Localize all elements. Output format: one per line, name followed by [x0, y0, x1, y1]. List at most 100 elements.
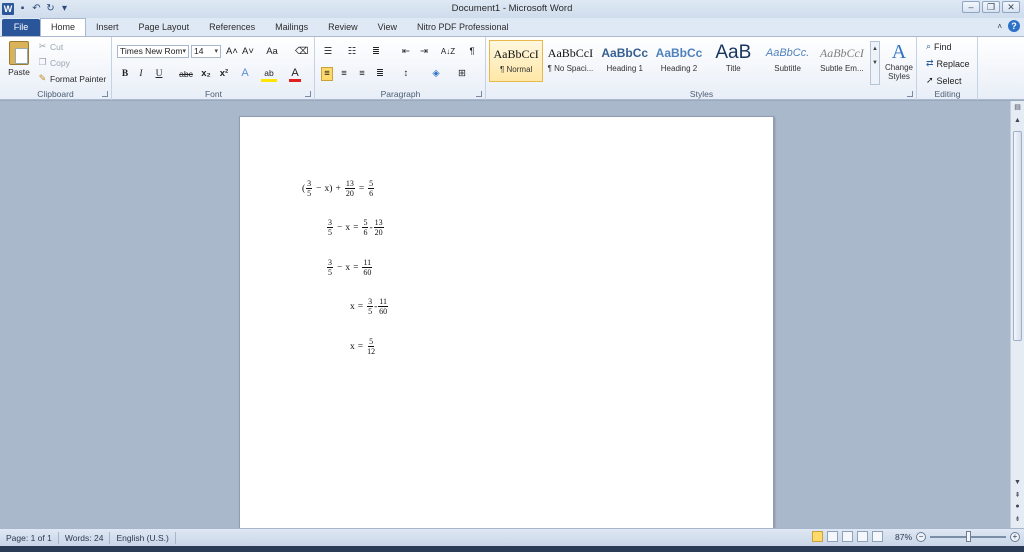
line-spacing-icon[interactable]: ↕	[400, 68, 412, 80]
variable: x	[345, 222, 351, 233]
multilevel-list-icon[interactable]: ≣	[370, 46, 382, 58]
style-heading-1[interactable]: AaBbCc Heading 1	[598, 40, 652, 82]
italic-button[interactable]: I	[135, 68, 147, 80]
strikethrough-button[interactable]: abc	[177, 68, 195, 80]
denominator: 6	[363, 228, 368, 237]
superscript-button[interactable]: x²	[217, 68, 231, 80]
style-name: Heading 1	[606, 64, 643, 73]
undo-icon[interactable]: ↶	[31, 3, 42, 15]
equation-line-1: ( 35 − x) + 13 20 = 56	[302, 179, 375, 198]
decrease-indent-icon[interactable]: ⇤	[400, 46, 412, 58]
show-hide-button[interactable]: ¶	[466, 46, 478, 58]
tab-references[interactable]: References	[199, 19, 265, 36]
full-screen-reading-icon[interactable]	[826, 531, 838, 542]
style-no-spacing[interactable]: AaBbCcI ¶ No Spaci...	[543, 40, 597, 82]
style-title[interactable]: AaB Title	[706, 40, 760, 82]
font-launcher-icon[interactable]	[305, 91, 311, 97]
document-page[interactable]: ( 35 − x) + 13 20 = 56 35 − x = 56 - 13 20…	[239, 116, 774, 528]
word-logo-icon[interactable]: W	[2, 3, 14, 15]
copy-button[interactable]: ❐ Copy	[38, 57, 69, 68]
outline-view-icon[interactable]	[856, 531, 868, 542]
font-color-button[interactable]: A	[289, 67, 301, 82]
minimize-ribbon-icon[interactable]: ˄	[997, 22, 1002, 31]
align-left-icon[interactable]: ≡	[321, 67, 333, 81]
scroll-down-icon[interactable]: ▼	[1011, 479, 1024, 489]
align-right-icon[interactable]: ≡	[356, 68, 368, 80]
document-workspace: ( 35 − x) + 13 20 = 56 35 − x = 56 - 13 20…	[0, 101, 1010, 528]
highlight-button[interactable]: ab	[261, 67, 277, 82]
paste-label: Paste	[8, 67, 30, 77]
change-case-button[interactable]: Aa	[263, 46, 281, 58]
operator: =	[357, 341, 364, 352]
shrink-font-button[interactable]: A˅	[241, 46, 255, 58]
tab-nitro-pdf[interactable]: Nitro PDF Professional	[407, 19, 519, 36]
web-layout-icon[interactable]	[841, 531, 853, 542]
numbering-icon[interactable]: ☷	[346, 46, 358, 58]
bullets-icon[interactable]: ☰	[322, 46, 334, 58]
tab-page-layout[interactable]: Page Layout	[129, 19, 200, 36]
clear-formatting-icon[interactable]: ⌫	[295, 46, 308, 58]
styles-scroll[interactable]: ▲ ▼	[870, 41, 880, 85]
font-size-select[interactable]: 14	[191, 45, 221, 58]
paragraph-launcher-icon[interactable]	[476, 91, 482, 97]
vertical-scrollbar[interactable]: ▤ ▲ ▼ ⇞ ● ⇟	[1010, 101, 1024, 528]
zoom-out-icon[interactable]: −	[916, 531, 926, 542]
title-bar: W ▪ ↶ ↻ ▾ Document1 - Microsoft Word – ❐…	[0, 0, 1024, 18]
help-icon[interactable]: ?	[1008, 20, 1020, 32]
customize-qat-icon[interactable]: ▾	[59, 3, 70, 15]
save-icon[interactable]: ▪	[17, 3, 28, 15]
scroll-up-icon[interactable]: ▲	[1011, 117, 1024, 127]
align-center-icon[interactable]: ≡	[338, 68, 350, 80]
text-effects-button[interactable]: A	[239, 67, 251, 79]
style-subtitle[interactable]: AaBbCc. Subtitle	[760, 40, 814, 82]
operator: -	[369, 222, 373, 233]
tab-view[interactable]: View	[368, 19, 407, 36]
close-button[interactable]: ✕	[1002, 1, 1020, 13]
tab-mailings[interactable]: Mailings	[265, 19, 318, 36]
word-count[interactable]: Words: 24	[59, 531, 111, 544]
paste-button[interactable]: Paste	[6, 41, 32, 77]
browse-object-icon[interactable]: ●	[1011, 503, 1024, 513]
bold-button[interactable]: B	[119, 68, 131, 80]
cut-button[interactable]: ✂ Cut	[38, 41, 64, 52]
draft-view-icon[interactable]	[871, 531, 883, 542]
previous-page-icon[interactable]: ⇞	[1011, 491, 1024, 501]
grow-font-button[interactable]: A˄	[225, 46, 239, 58]
sort-button[interactable]: A↓Z	[440, 46, 456, 58]
tab-review[interactable]: Review	[318, 19, 368, 36]
find-button[interactable]: ⌕ Find	[926, 41, 952, 52]
print-layout-view-icon[interactable]	[811, 531, 823, 542]
restore-button[interactable]: ❐	[982, 1, 1000, 13]
scrollbar-thumb[interactable]	[1013, 131, 1022, 341]
style-heading-2[interactable]: AaBbCc Heading 2	[652, 40, 706, 82]
shading-icon[interactable]: ◈	[430, 68, 442, 80]
tab-home[interactable]: Home	[40, 18, 87, 36]
minimize-button[interactable]: –	[962, 1, 980, 13]
format-painter-button[interactable]: ✎ Format Painter	[38, 73, 107, 84]
change-styles-button[interactable]: A Change Styles	[883, 41, 915, 81]
justify-icon[interactable]: ≣	[374, 68, 386, 80]
next-page-icon[interactable]: ⇟	[1011, 515, 1024, 525]
zoom-in-icon[interactable]: +	[1010, 531, 1020, 542]
replace-icon: ⇄	[926, 58, 934, 68]
styles-launcher-icon[interactable]	[907, 91, 913, 97]
clipboard-launcher-icon[interactable]	[102, 91, 108, 97]
ruler-toggle-icon[interactable]: ▤	[1011, 103, 1024, 113]
font-family-select[interactable]: Times New Rom	[117, 45, 189, 58]
page-count[interactable]: Page: 1 of 1	[0, 531, 59, 544]
style-subtle-emphasis[interactable]: AaBbCcI Subtle Em...	[815, 40, 869, 82]
borders-icon[interactable]: ⊞	[456, 68, 468, 80]
increase-indent-icon[interactable]: ⇥	[418, 46, 430, 58]
redo-icon[interactable]: ↻	[45, 3, 56, 15]
zoom-slider-knob[interactable]	[966, 530, 971, 542]
zoom-slider[interactable]	[930, 530, 1006, 542]
tab-file[interactable]: File	[2, 19, 40, 36]
zoom-level[interactable]: 87%	[895, 532, 912, 542]
tab-insert[interactable]: Insert	[86, 19, 129, 36]
underline-button[interactable]: U	[153, 68, 165, 80]
select-button[interactable]: ➚ Select	[926, 75, 962, 86]
style-normal[interactable]: AaBbCcI ¶ Normal	[489, 40, 544, 82]
subscript-button[interactable]: x₂	[199, 68, 213, 80]
replace-button[interactable]: ⇄ Replace	[926, 58, 970, 69]
language[interactable]: English (U.S.)	[110, 531, 176, 544]
